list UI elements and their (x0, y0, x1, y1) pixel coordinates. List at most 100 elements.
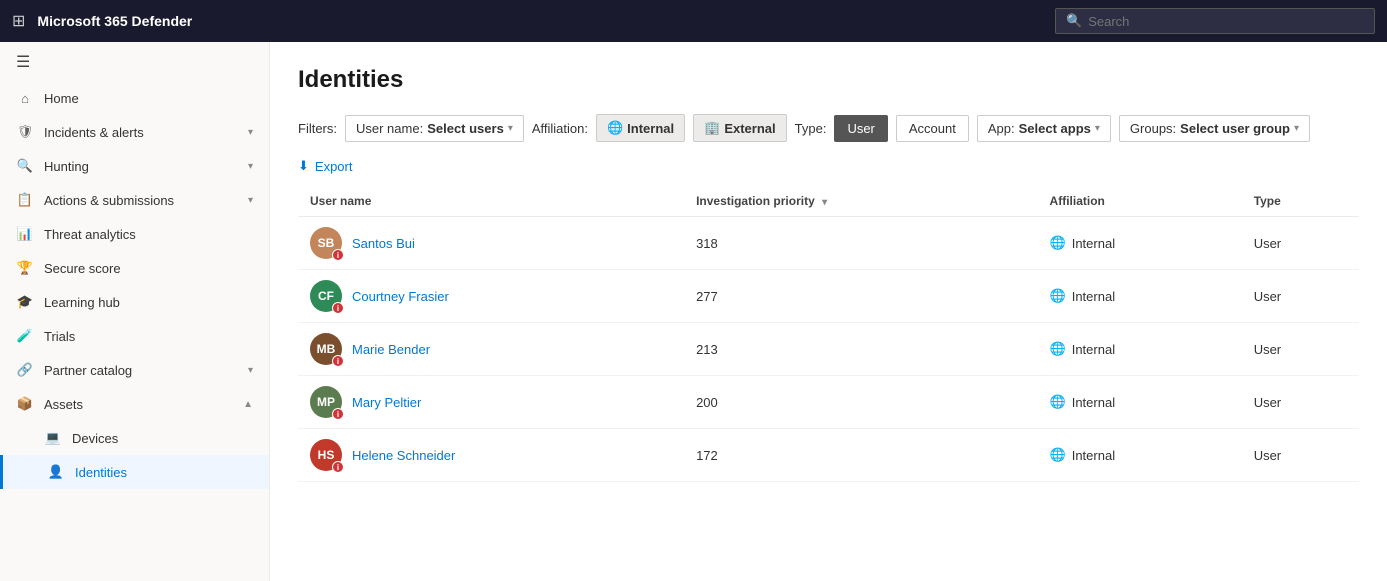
username-chevron-icon: ▾ (508, 123, 513, 134)
external-icon: 🏢 (704, 120, 720, 136)
sidebar-item-threat-analytics[interactable]: 📊Threat analytics (0, 217, 269, 251)
groups-filter-value: Select user group (1180, 121, 1290, 136)
user-name-cell: MBiMarie Bender (298, 323, 684, 376)
affiliation-label: Affiliation: (532, 121, 588, 136)
username-filter-label: User name: (356, 121, 423, 136)
sidebar-item-label-learning-hub: Learning hub (44, 295, 120, 310)
affiliation-internal-toggle[interactable]: 🌐 Internal (596, 114, 685, 142)
export-icon: ⬇ (298, 158, 309, 174)
sidebar-item-label-assets: Assets (44, 397, 83, 412)
user-display-name[interactable]: Marie Bender (352, 342, 430, 357)
sidebar-item-incidents-alerts[interactable]: 🛡 Incidents & alerts ▾ (0, 115, 269, 149)
user-name-cell: HSi Helene Schneider (298, 429, 684, 482)
type-account-button[interactable]: Account (896, 115, 969, 142)
sidebar-item-home[interactable]: ⌂Home (0, 82, 269, 115)
sidebar-item-label-home: Home (44, 91, 79, 106)
affiliation-icon: 🌐 (1050, 394, 1066, 410)
trials-icon: 🧪 (16, 328, 34, 344)
partner-catalog-chevron-icon: ▾ (248, 365, 253, 376)
assets-icon: 📦 (16, 396, 34, 412)
search-icon: 🔍 (1066, 13, 1082, 29)
table-row[interactable]: MPi Mary Peltier 200 🌐 Internal User (298, 376, 1359, 429)
sidebar-item-secure-score[interactable]: 🏆 Secure score (0, 251, 269, 285)
sidebar-collapse-button[interactable]: ☰ (0, 42, 269, 82)
affiliation-external-label: External (724, 121, 775, 136)
table-header: User name Investigation priority ▾ Affil… (298, 186, 1359, 217)
affiliation-icon: 🌐 (1050, 235, 1066, 251)
assets-chevron-icon: ▲ (243, 399, 253, 410)
type-cell: User (1242, 376, 1359, 429)
sidebar-item-label-partner-catalog: Partner catalog (44, 363, 132, 378)
username-filter-value: Select users (427, 121, 504, 136)
groups-filter-label: Groups: (1130, 121, 1176, 136)
user-display-name[interactable]: Helene Schneider (352, 448, 455, 463)
sidebar-item-label-secure-score: Secure score (44, 261, 121, 276)
search-box[interactable]: 🔍 (1055, 8, 1375, 34)
user-display-name[interactable]: Courtney Frasier (352, 289, 449, 304)
type-cell: User (1242, 217, 1359, 270)
search-input[interactable] (1088, 14, 1364, 29)
affiliation-cell: 🌐 Internal (1038, 376, 1242, 429)
devices-icon: 💻 (44, 430, 62, 446)
sidebar-item-assets[interactable]: 📦 Assets ▲ (0, 387, 269, 421)
investigation-priority-cell: 172 (684, 429, 1037, 482)
filters-label: Filters: (298, 121, 337, 136)
affiliation-value: Internal (1072, 448, 1115, 463)
avatar: MPi (310, 386, 342, 418)
incidents-alerts-icon: 🛡 (16, 124, 34, 140)
incidents-alerts-chevron-icon: ▾ (248, 127, 253, 138)
sidebar-item-label-incidents-alerts: Incidents & alerts (44, 125, 144, 140)
affiliation-icon: 🌐 (1050, 447, 1066, 463)
type-user-button[interactable]: User (834, 115, 887, 142)
affiliation-icon: 🌐 (1050, 288, 1066, 304)
avatar-warning-icon: i (332, 302, 344, 314)
export-label: Export (315, 159, 353, 174)
type-cell: User (1242, 323, 1359, 376)
user-name-cell: SBiSantos Bui (298, 217, 684, 270)
sidebar-item-identities[interactable]: 👤Identities (0, 455, 269, 489)
table-row[interactable]: HSiHelene Schneider172🌐InternalUser (298, 429, 1359, 482)
user-display-name[interactable]: Mary Peltier (352, 395, 421, 410)
identities-table: User name Investigation priority ▾ Affil… (298, 186, 1359, 482)
table-row[interactable]: SBiSantos Bui318🌐InternalUser (298, 217, 1359, 270)
avatar-warning-icon: i (332, 461, 344, 473)
sidebar-item-actions-submissions[interactable]: 📋 Actions & submissions ▾ (0, 183, 269, 217)
secure-score-icon: 🏆 (16, 260, 34, 276)
app-filter-label: App: (988, 121, 1015, 136)
avatar-warning-icon: i (332, 249, 344, 261)
username-filter-button[interactable]: User name: Select users ▾ (345, 115, 524, 142)
sidebar-item-partner-catalog[interactable]: 🔗Partner catalog▾ (0, 353, 269, 387)
sidebar-item-trials[interactable]: 🧪Trials (0, 319, 269, 353)
hunting-icon: 🔍 (16, 158, 34, 174)
avatar-warning-icon: i (332, 355, 344, 367)
sidebar-item-learning-hub[interactable]: 🎓Learning hub (0, 285, 269, 319)
sidebar: ☰ ⌂Home 🛡 Incidents & alerts ▾ 🔍 Hunting ▾ 📋 Act… (0, 42, 270, 581)
affiliation-value: Internal (1072, 395, 1115, 410)
affiliation-value: Internal (1072, 236, 1115, 251)
table-row[interactable]: CFiCourtney Frasier277🌐InternalUser (298, 270, 1359, 323)
type-cell: User (1242, 270, 1359, 323)
actions-submissions-chevron-icon: ▾ (248, 195, 253, 206)
sidebar-item-devices[interactable]: 💻Devices (0, 421, 269, 455)
table-body: SBiSantos Bui318🌐InternalUserCFiCourtney… (298, 217, 1359, 482)
table-row[interactable]: MBiMarie Bender213🌐InternalUser (298, 323, 1359, 376)
export-button[interactable]: ⬇ Export (298, 158, 352, 174)
col-investigation-priority[interactable]: Investigation priority ▾ (684, 186, 1037, 217)
groups-filter-button[interactable]: Groups: Select user group ▾ (1119, 115, 1310, 142)
avatar: HSi (310, 439, 342, 471)
grid-icon[interactable]: ⊞ (12, 11, 25, 31)
affiliation-cell: 🌐 Internal (1038, 217, 1242, 270)
col-affiliation: Affiliation (1038, 186, 1242, 217)
col-type: Type (1242, 186, 1359, 217)
affiliation-external-toggle[interactable]: 🏢 External (693, 114, 787, 142)
investigation-priority-cell: 200 (684, 376, 1037, 429)
sidebar-item-hunting[interactable]: 🔍Hunting▾ (0, 149, 269, 183)
user-display-name[interactable]: Santos Bui (352, 236, 415, 251)
sidebar-item-label-hunting: Hunting (44, 159, 89, 174)
app-filter-button[interactable]: App: Select apps ▾ (977, 115, 1111, 142)
affiliation-internal-label: Internal (627, 121, 674, 136)
avatar-warning-icon: i (332, 408, 344, 420)
sidebar-item-label-actions-submissions: Actions & submissions (44, 193, 174, 208)
actions-submissions-icon: 📋 (16, 192, 34, 208)
filters-row: Filters: User name: Select users ▾ Affil… (298, 114, 1359, 142)
